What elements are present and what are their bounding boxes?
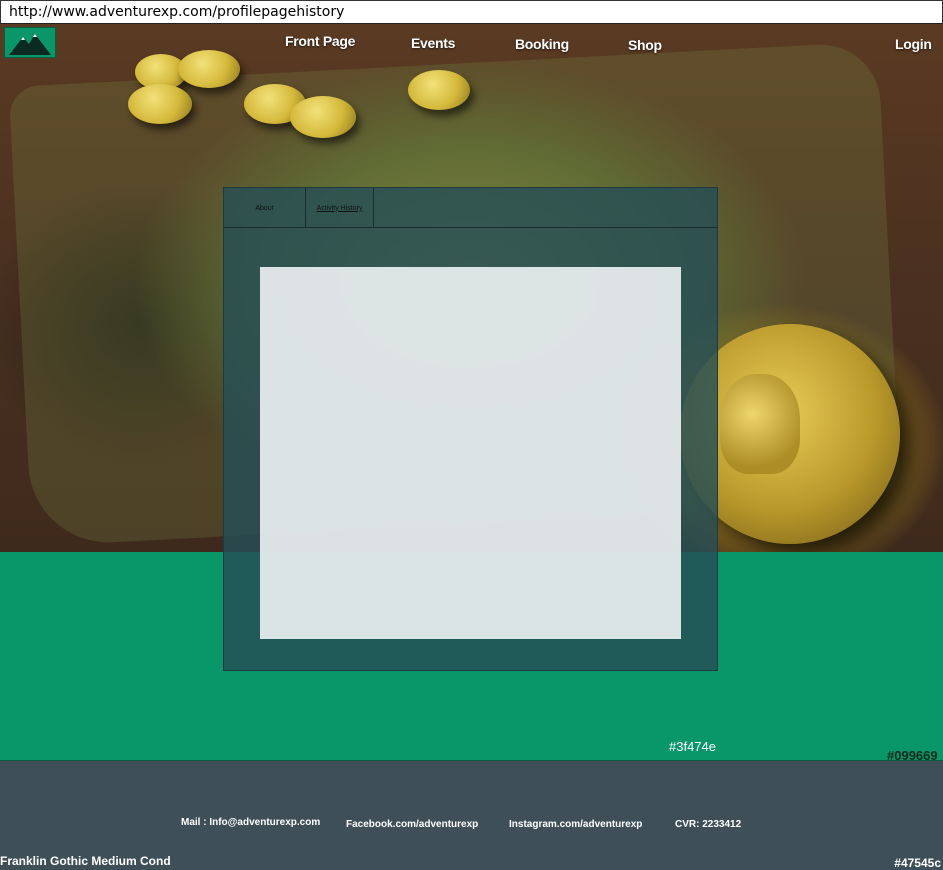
coin-image [290,96,356,138]
url-bar[interactable]: http://www.adventurexp.com/profilepagehi… [0,0,943,24]
footer-facebook-link[interactable]: Facebook.com/adventurexp [346,819,478,830]
nav-shop[interactable]: Shop [628,37,662,53]
panel-color-note: #3f474e [669,739,716,754]
nav-booking[interactable]: Booking [515,36,569,52]
activity-history-content [260,267,681,639]
font-name-note: Franklin Gothic Medium Cond [0,854,171,868]
footer-color-note: #47545c [894,856,941,870]
footer: Mail : Info@adventurexp.com Facebook.com… [0,761,943,870]
site-logo[interactable] [4,27,56,58]
profile-tabs: About Activity History [224,188,717,228]
footer-mail-link[interactable]: Mail : Info@adventurexp.com [181,817,320,828]
mountain-icon [9,34,51,55]
login-link[interactable]: Login [895,36,932,52]
footer-instagram-link[interactable]: Instagram.com/adventurexp [509,819,642,830]
nav-events[interactable]: Events [411,35,455,51]
coin-image [128,84,192,124]
skull-icon [720,374,800,474]
coin-image [408,70,470,110]
tab-about-label: About [255,204,274,212]
footer-cvr: CVR: 2233412 [675,819,742,830]
coin-image [178,50,240,88]
nav-front-page[interactable]: Front Page [285,33,355,49]
profile-panel: About Activity History [223,187,718,671]
tab-activity-history-label: Activity History [316,204,363,212]
tab-activity-history[interactable]: Activity History [306,188,374,228]
tab-about[interactable]: About [224,188,306,228]
